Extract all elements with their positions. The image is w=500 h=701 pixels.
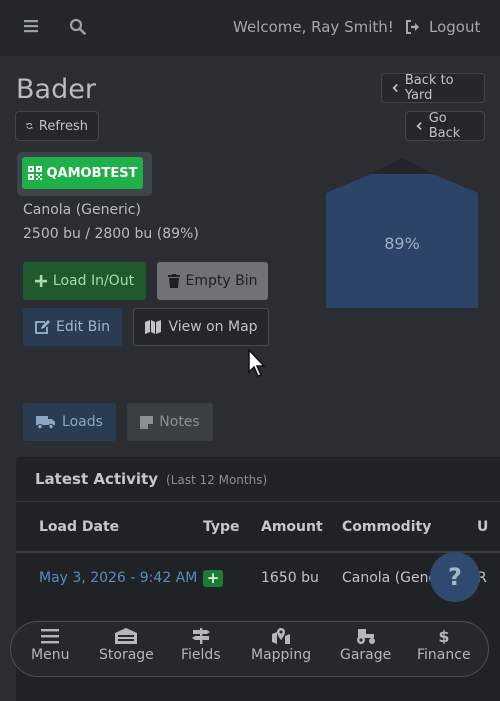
- go-back-button[interactable]: Go Back: [405, 111, 485, 141]
- nav-menu-label: Menu: [31, 647, 70, 663]
- edit-bin-label: Edit Bin: [56, 319, 110, 335]
- top-navbar: Welcome, Ray Smith! Logout: [0, 0, 500, 56]
- trash-icon: [167, 274, 180, 288]
- sticky-note-icon: [140, 415, 154, 429]
- tractor-icon: [356, 629, 375, 644]
- nav-storage[interactable]: Storage: [99, 628, 154, 663]
- bin-fill-percent: 89%: [384, 234, 420, 253]
- help-button[interactable]: ?: [430, 552, 480, 602]
- menu-icon: [41, 629, 60, 644]
- chevron-left-icon: [392, 83, 398, 93]
- go-back-label: Go Back: [428, 111, 461, 141]
- chevron-left-icon: [416, 122, 422, 130]
- activity-header: Latest Activity (Last 12 Months): [16, 457, 500, 502]
- column-header-unit[interactable]: U: [477, 519, 488, 535]
- bin-commodity: Canola (Generic): [23, 202, 141, 218]
- view-on-map-button[interactable]: View on Map: [133, 308, 269, 346]
- welcome-message: Welcome, Ray Smith!: [233, 18, 394, 36]
- column-header-commodity[interactable]: Commodity: [342, 519, 431, 535]
- nav-fields[interactable]: Fields: [181, 628, 221, 663]
- activity-title: Latest Activity: [35, 470, 159, 488]
- load-in-out-label: Load In/Out: [52, 273, 135, 289]
- nav-garage[interactable]: Garage: [340, 628, 391, 663]
- nav-finance-label: Finance: [417, 647, 471, 663]
- nav-storage-label: Storage: [99, 647, 154, 663]
- bin-qr-tag[interactable]: QAMOBTEST: [22, 157, 143, 189]
- activity-table-header: Load Date Type Amount Commodity U: [16, 503, 500, 553]
- bin-roof: [370, 158, 434, 174]
- empty-bin-button[interactable]: Empty Bin: [157, 262, 268, 300]
- search-icon[interactable]: [69, 18, 86, 39]
- tab-loads-label: Loads: [62, 414, 103, 430]
- refresh-label: Refresh: [38, 118, 88, 134]
- column-header-type[interactable]: Type: [203, 519, 240, 535]
- bottom-navigation: Menu Storage Fields Mapping Garage $ Fin…: [10, 621, 489, 677]
- row-amount: 1650 bu: [261, 570, 319, 586]
- page-title: Bader: [16, 74, 96, 105]
- refresh-icon: [26, 123, 33, 129]
- truck-icon: [36, 416, 56, 429]
- bin-tag-label: QAMOBTEST: [46, 165, 138, 181]
- column-header-load-date[interactable]: Load Date: [39, 519, 119, 535]
- nav-menu[interactable]: Menu: [31, 628, 69, 663]
- edit-icon: [35, 320, 51, 334]
- hamburger-menu-icon[interactable]: [23, 18, 39, 38]
- signpost-icon: [191, 628, 210, 644]
- bin-fill-graphic: 89%: [326, 158, 478, 308]
- qr-code-icon: [27, 166, 42, 180]
- tab-loads[interactable]: Loads: [23, 403, 116, 441]
- edit-bin-button[interactable]: Edit Bin: [23, 308, 122, 346]
- load-in-out-button[interactable]: Load In/Out: [23, 262, 146, 300]
- map-icon: [145, 320, 162, 334]
- view-on-map-label: View on Map: [168, 319, 258, 335]
- row-commodity: Canola (Gene: [342, 570, 438, 586]
- svg-text:$: $: [438, 628, 449, 644]
- tab-notes-label: Notes: [159, 414, 200, 430]
- logout-label: Logout: [429, 18, 481, 36]
- bin-capacity: 2500 bu / 2800 bu (89%): [23, 226, 199, 242]
- refresh-button[interactable]: Refresh: [15, 111, 99, 141]
- nav-mapping-label: Mapping: [251, 647, 312, 663]
- activity-subtitle: (Last 12 Months): [166, 473, 268, 487]
- storage-icon: [115, 628, 138, 644]
- bin-tag-container: QAMOBTEST: [17, 152, 152, 196]
- logout-link[interactable]: Logout: [405, 18, 480, 36]
- nav-fields-label: Fields: [181, 647, 221, 663]
- map-marker-icon: [272, 628, 291, 644]
- row-load-date-link[interactable]: May 3, 2026 - 9:42 AM: [39, 570, 197, 586]
- back-to-yard-button[interactable]: Back to Yard: [381, 73, 485, 103]
- sign-out-icon: [406, 20, 419, 34]
- mouse-cursor-icon: [248, 349, 266, 377]
- nav-garage-label: Garage: [340, 647, 392, 663]
- nav-finance[interactable]: $ Finance: [417, 628, 471, 663]
- column-header-amount[interactable]: Amount: [261, 519, 323, 535]
- back-to-yard-label: Back to Yard: [404, 73, 454, 103]
- dollar-icon: $: [438, 628, 449, 644]
- nav-mapping[interactable]: Mapping: [251, 628, 311, 663]
- tab-notes[interactable]: Notes: [127, 403, 213, 441]
- plus-icon: [34, 275, 47, 287]
- empty-bin-label: Empty Bin: [185, 273, 258, 289]
- plus-icon: +: [203, 570, 223, 587]
